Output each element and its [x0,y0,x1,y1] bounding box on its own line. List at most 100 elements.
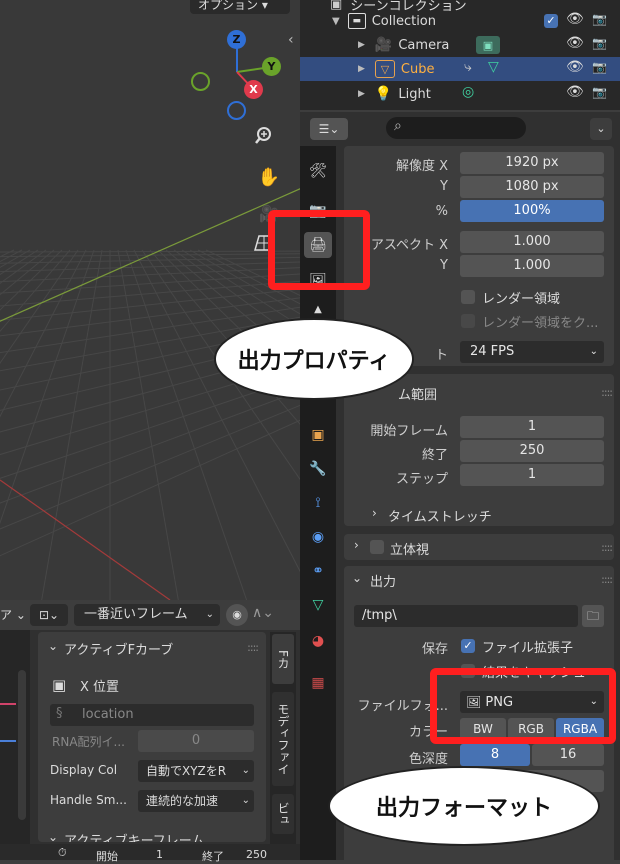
navigation-gizmo[interactable]: Z Y X [185,25,285,125]
material-tab-icon[interactable]: ◕ [304,628,332,654]
resolution-y-field[interactable]: 1080 px [460,176,604,198]
callout-output-properties-text: 出力プロパティ [237,349,391,374]
camera-data-icon[interactable]: ▣ [476,36,500,54]
output-header[interactable]: 出力 [370,571,396,590]
tab-view[interactable]: ビュ [272,794,294,834]
mesh-object-icon: ▽ [374,60,395,78]
gizmo-neg-z-icon[interactable] [227,101,246,120]
display-color-dropdown[interactable]: 自動でXYZをR ⌄ [138,760,254,782]
visibility-eye-icon[interactable]: 👁 [566,35,584,51]
rna-index-field[interactable]: 0 [138,730,254,752]
timer-icon: ⏱ [58,846,67,859]
visibility-eye-icon[interactable]: 👁 [566,11,584,27]
modifier-tab-icon[interactable]: 🔧 [304,456,332,482]
framerate-dropdown[interactable]: 24 FPS ⌄ [460,341,604,363]
frame-step-field[interactable]: 1 [460,464,604,486]
end-field[interactable]: 250 [246,848,267,861]
pan-hand-icon[interactable]: ✋ [254,162,284,192]
chevron-right-icon[interactable]: › [354,538,359,552]
outliner-row-light[interactable]: ▶ 💡 Light ◎ 👁 📷 [300,82,620,106]
data-tab-icon[interactable]: ▽ [304,592,332,618]
3d-viewport[interactable]: オプション ▾ ‹ Z Y X ✋ 🎥 [0,0,300,600]
file-extensions-checkbox[interactable]: ✓ [461,639,475,653]
start-field[interactable]: 1 [156,848,163,861]
output-path-field[interactable]: /tmp\ [354,605,578,627]
tab-fcurve[interactable]: Fカ [272,634,294,684]
outliner-row-camera[interactable]: ▶ 🎥 Camera ▣ 👁 📷 [300,33,620,57]
light-data-icon[interactable]: ◎ [462,84,474,100]
chevron-down-icon[interactable]: ⌄ [48,830,58,844]
crop-region-checkbox[interactable] [461,314,475,328]
visibility-eye-icon[interactable]: 👁 [566,84,584,100]
end-label: 終了 [202,850,224,863]
render-region-checkbox[interactable] [461,290,475,304]
aspect-x-field[interactable]: 1.000 [460,231,604,253]
data-path-field[interactable]: location [50,704,254,726]
expand-arrow-icon[interactable]: ▶ [358,64,365,74]
search-input[interactable] [386,117,526,139]
callout-output-properties: 出力プロパティ [214,318,414,400]
chevron-down-icon[interactable]: ⌄ [352,571,362,585]
proportional-edit-icon[interactable]: ◉ [226,604,248,626]
handle-smoothing-dropdown[interactable]: 連続的な加速 ⌄ [138,790,254,812]
folder-icon[interactable]: 🗀 [582,605,604,627]
expand-arrow-icon[interactable]: ▶ [358,89,365,99]
active-fcurve-header[interactable]: アクティブFカーブ [64,639,173,658]
texture-tab-icon[interactable]: ▦ [304,670,332,696]
gizmo-neg-y-icon[interactable] [191,72,210,91]
stereoscopy-header[interactable]: 立体視 [390,539,429,558]
object-tab-icon[interactable]: ▣ [304,422,332,448]
options-dropdown-icon[interactable]: ⌄ [590,118,612,140]
frame-range-header[interactable]: ム範囲 [398,384,437,403]
options-menu[interactable]: オプション ▾ [190,0,290,14]
collection-icon: ▬ [347,13,366,29]
stereoscopy-checkbox[interactable] [370,540,384,554]
pivot-point-icon[interactable]: ⊡⌄ [30,604,68,626]
resolution-x-field[interactable]: 1920 px [460,152,604,174]
active-keyframe-header[interactable]: アクティブキーフレーム [64,830,204,842]
display-color-value: 自動でXYZをR [146,764,227,778]
mesh-data-icon[interactable]: ▽ [488,59,499,75]
gizmo-y-icon[interactable]: Y [262,57,281,76]
frame-end-field[interactable]: 250 [460,440,604,462]
chevron-right-icon[interactable]: › [372,506,377,520]
time-stretch-subpanel[interactable]: タイムストレッチ [388,506,492,525]
drag-handle-icon[interactable]: :::: [601,386,613,399]
visibility-eye-icon[interactable]: 👁 [566,59,584,75]
render-camera-icon[interactable]: 📷 [592,85,607,99]
view-menu-chevron-icon[interactable]: ア ⌄ [0,606,26,623]
resolution-percent-field[interactable]: 100% [460,200,604,222]
collapse-chevron-icon[interactable]: ‹ [288,32,294,48]
outliner-row-cube[interactable]: ▶ ▽ Cube ⤷ ▽ 👁 📷 [300,57,620,81]
drag-handle-icon[interactable]: :::: [247,641,259,654]
drag-handle-icon[interactable]: :::: [601,573,613,586]
outliner-row-collection[interactable]: ▼ ▬ Collection ✓ 👁 📷 [300,9,620,33]
drag-handle-icon[interactable]: :::: [601,541,613,554]
expand-arrow-icon[interactable]: ▶ [358,40,365,50]
depth-16-button[interactable]: 16 [532,744,604,766]
exclude-checkbox[interactable]: ✓ [544,14,558,28]
falloff-curve-icon[interactable]: ∧⌄ [252,605,274,621]
render-camera-icon[interactable]: 📷 [592,60,607,74]
expand-arrow-icon[interactable]: ▼ [332,16,340,27]
tab-modifiers[interactable]: モディファイ [272,692,294,786]
aspect-y-field[interactable]: 1.000 [460,255,604,277]
frame-start-field[interactable]: 1 [460,416,604,438]
physics-tab-icon[interactable]: ◉ [304,524,332,550]
chevron-down-icon[interactable]: ⌄ [48,639,58,653]
particles-tab-icon[interactable]: ⟟ [304,490,332,516]
gizmo-z-icon[interactable]: Z [227,30,246,49]
outliner: ▣ シーンコレクション ▼ ▬ Collection ✓ 👁 📷 ▶ 🎥 Cam… [300,0,620,110]
zoom-icon[interactable] [254,126,284,156]
render-camera-icon[interactable]: 📷 [592,36,607,50]
editor-type-menu[interactable]: ☰⌄ [310,118,348,140]
modifier-icon[interactable]: ⤷ [464,59,472,75]
gizmo-x-icon[interactable]: X [244,80,263,99]
render-camera-icon[interactable]: 📷 [592,12,607,26]
tool-tab-icon[interactable]: 🛠 [304,158,332,184]
snap-dropdown[interactable]: 一番近いフレーム ⌄ [74,604,220,626]
depth-8-button[interactable]: 8 [460,744,530,766]
constraints-tab-icon[interactable]: ⚭ [304,558,332,584]
light-object-icon: 💡 [374,86,393,102]
vertical-scrollbar[interactable] [18,670,26,820]
